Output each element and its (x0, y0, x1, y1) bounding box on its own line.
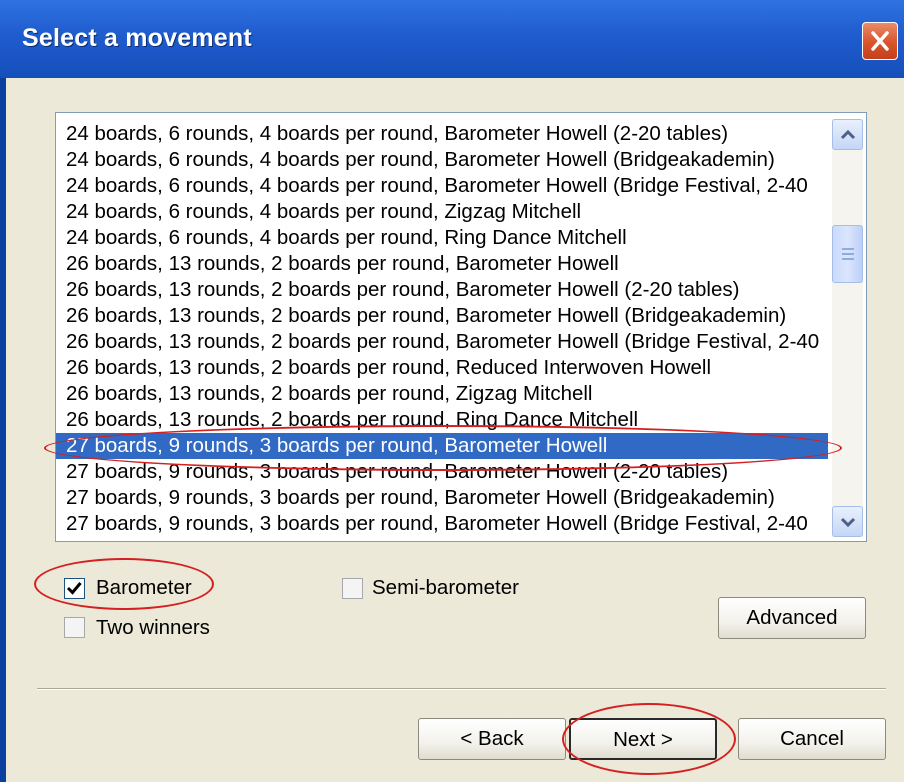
scroll-down-button[interactable] (832, 506, 863, 537)
scroll-thumb[interactable] (832, 224, 863, 283)
two-winners-checkbox[interactable] (64, 617, 85, 638)
list-item[interactable]: 27 boards, 9 rounds, 3 boards per round,… (56, 485, 828, 511)
separator (37, 688, 886, 690)
list-item[interactable]: 24 boards, 6 rounds, 4 boards per round,… (56, 225, 828, 251)
vertical-scrollbar[interactable] (832, 119, 863, 537)
cancel-button[interactable]: Cancel (738, 718, 886, 760)
list-item[interactable]: 26 boards, 13 rounds, 2 boards per round… (56, 277, 828, 303)
close-icon (871, 31, 889, 51)
list-item[interactable]: 24 boards, 6 rounds, 4 boards per round,… (56, 173, 828, 199)
movement-list: 24 boards, 6 rounds, 4 boards per round,… (56, 121, 828, 537)
list-item[interactable]: 24 boards, 6 rounds, 4 boards per round,… (56, 121, 828, 147)
close-button[interactable] (862, 22, 898, 60)
list-item[interactable]: 26 boards, 13 rounds, 2 boards per round… (56, 329, 828, 355)
advanced-button[interactable]: Advanced (718, 597, 866, 639)
scroll-up-button[interactable] (832, 119, 863, 150)
semi-barometer-label: Semi-barometer (372, 576, 519, 599)
two-winners-label: Two winners (96, 616, 210, 639)
chevron-up-icon (840, 129, 856, 140)
list-item[interactable]: 26 boards, 13 rounds, 2 boards per round… (56, 251, 828, 277)
movement-listbox[interactable]: 24 boards, 6 rounds, 4 boards per round,… (55, 112, 867, 542)
annotation-circle-barometer (34, 558, 214, 610)
title-bar: Select a movement (0, 0, 904, 78)
annotation-circle-selected-row (44, 425, 842, 471)
back-button[interactable]: < Back (418, 718, 566, 760)
list-item[interactable]: 24 boards, 6 rounds, 4 boards per round,… (56, 199, 828, 225)
list-item[interactable]: 26 boards, 13 rounds, 2 boards per round… (56, 381, 828, 407)
list-item[interactable]: 24 boards, 6 rounds, 4 boards per round,… (56, 147, 828, 173)
semi-barometer-checkbox[interactable] (342, 578, 363, 599)
list-item[interactable]: 26 boards, 13 rounds, 2 boards per round… (56, 303, 828, 329)
chevron-down-icon (840, 517, 856, 528)
window-frame-edge (0, 78, 6, 782)
window-title: Select a movement (22, 24, 252, 52)
list-item[interactable]: 26 boards, 13 rounds, 2 boards per round… (56, 355, 828, 381)
list-item[interactable]: 27 boards, 9 rounds, 3 boards per round,… (56, 511, 828, 537)
annotation-circle-next (562, 703, 736, 775)
